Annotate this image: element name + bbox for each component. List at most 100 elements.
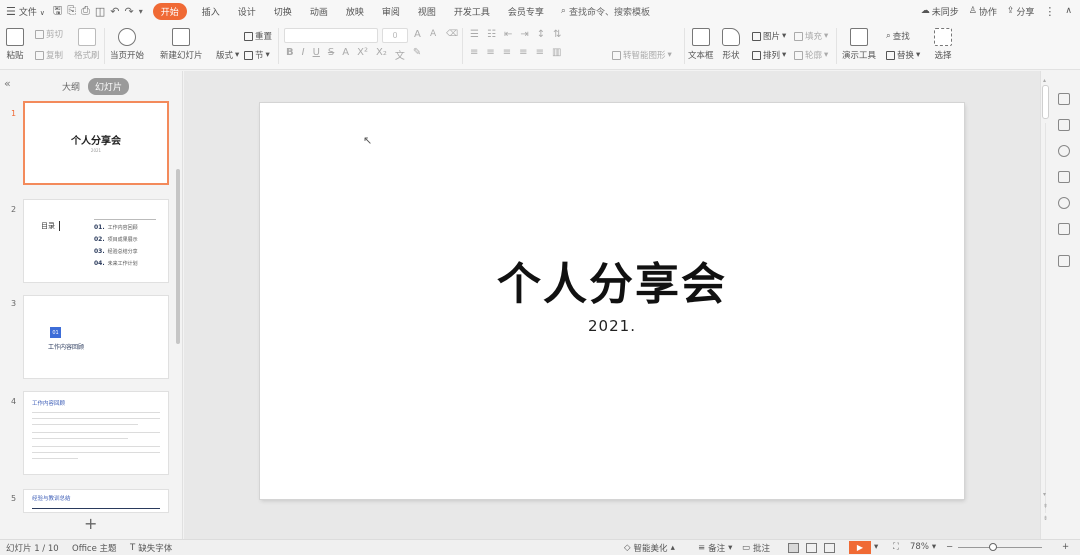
align-center-button[interactable]: ≡ <box>486 47 494 58</box>
layout-button[interactable]: 版式 ▾ <box>216 49 239 61</box>
subscript-button[interactable]: X₂ <box>376 47 387 62</box>
comments-button[interactable]: ▭ 批注 <box>742 542 770 554</box>
phonetic-button[interactable]: 文 <box>395 47 405 62</box>
qat-dropdown-icon[interactable]: ▾ <box>139 7 143 16</box>
print-icon[interactable]: ⎙ <box>81 4 90 18</box>
smartart-button[interactable]: 转智能图形 ▾ <box>612 49 672 61</box>
font-grow-button[interactable]: A <box>414 29 421 40</box>
play-from-current-button[interactable]: 当页开始 <box>110 28 144 61</box>
font-shrink-button[interactable]: A <box>430 29 436 39</box>
animation-icon[interactable] <box>1058 119 1070 131</box>
slide-subtitle[interactable]: 2021. <box>260 317 964 335</box>
scroll-down-icon[interactable]: ▾ <box>1043 491 1046 498</box>
superscript-button[interactable]: X² <box>357 47 368 62</box>
export-icon[interactable]: ⎘ <box>67 4 76 18</box>
canvas-scrollbar[interactable] <box>1042 85 1049 119</box>
missing-font-button[interactable]: T 缺失字体 <box>130 542 172 554</box>
justify-button[interactable]: ≡ <box>519 47 527 58</box>
collapse-panel-icon[interactable]: « <box>4 77 11 90</box>
share-button[interactable]: ⇪ 分享 <box>1007 5 1035 18</box>
align-right-button[interactable]: ≡ <box>503 47 511 58</box>
zoom-in-icon[interactable]: + <box>1062 542 1069 552</box>
slideshow-button[interactable]: ▶ <box>849 541 871 554</box>
section-button[interactable]: 节 ▾ <box>244 49 270 61</box>
tab-6[interactable]: 审阅 <box>382 5 400 18</box>
format-painter-button[interactable]: 格式刷 <box>74 28 100 61</box>
copy-button[interactable]: 复制 <box>35 49 63 61</box>
backup-icon[interactable] <box>1058 223 1070 235</box>
decrease-indent-button[interactable]: ⇤ <box>504 29 512 40</box>
new-slide-button[interactable]: 新建幻灯片 <box>160 28 203 61</box>
text-box-button[interactable]: 文本框 <box>688 28 714 61</box>
redo-icon[interactable]: ↷ <box>125 5 134 18</box>
outline-button[interactable]: 轮廓 ▾ <box>794 49 828 61</box>
bold-button[interactable]: B <box>286 47 294 62</box>
current-slide[interactable]: ↖ 个人分享会 2021. <box>260 103 964 499</box>
underline-button[interactable]: U <box>313 47 320 62</box>
slide-thumbnail-4[interactable]: 工作内容回顾 <box>23 391 169 475</box>
presentation-tools-button[interactable]: 演示工具 <box>842 28 876 61</box>
reset-button[interactable]: 重置 <box>244 30 272 42</box>
bullets-button[interactable]: ☰ <box>470 29 479 40</box>
notes-button[interactable]: ≡ 备注 ▾ <box>698 542 732 554</box>
reading-view-button[interactable] <box>824 543 835 553</box>
slide-title[interactable]: 个人分享会 <box>260 248 964 312</box>
preview-icon[interactable]: ◫ <box>95 5 105 18</box>
tab-7[interactable]: 视图 <box>418 5 436 18</box>
slide-thumbnail-5[interactable]: 经验与教训总结 <box>23 489 169 513</box>
slide-thumbnail-1[interactable]: 个人分享会 2021 <box>23 101 169 185</box>
italic-button[interactable]: I <box>302 47 305 62</box>
collab-button[interactable]: ♙ 协作 <box>969 5 997 18</box>
layers-icon[interactable] <box>1058 171 1070 183</box>
clear-format-icon[interactable]: ⌫ <box>446 29 458 39</box>
theme-name[interactable]: Office 主题 <box>72 542 117 554</box>
tab-4[interactable]: 动画 <box>310 5 328 18</box>
zoom-slider-knob[interactable] <box>989 543 997 551</box>
help-icon[interactable] <box>1058 197 1070 209</box>
property-icon[interactable] <box>1058 93 1070 105</box>
shape-button[interactable]: 形状 <box>722 28 740 61</box>
tab-outline[interactable]: 大纲 <box>62 80 80 93</box>
tab-slides[interactable]: 幻灯片 <box>88 78 130 95</box>
select-button[interactable]: 选择 <box>934 28 952 61</box>
picture-button[interactable]: 图片 ▾ <box>752 30 786 42</box>
command-search[interactable]: ⌕ 查找命令、搜索模板 <box>561 5 650 18</box>
undo-icon[interactable]: ↶ <box>110 5 119 18</box>
zoom-out-icon[interactable]: − <box>946 542 953 552</box>
paste-button[interactable]: 粘贴 <box>6 28 24 61</box>
save-icon[interactable]: 🖫 <box>53 2 62 21</box>
prev-slide-icon[interactable]: ⇞ <box>1043 503 1048 510</box>
font-color-button[interactable]: A <box>342 47 349 62</box>
normal-view-button[interactable] <box>788 543 799 553</box>
effects-icon[interactable] <box>1058 145 1070 157</box>
next-slide-icon[interactable]: ⇟ <box>1043 515 1048 522</box>
tab-3[interactable]: 切换 <box>274 5 292 18</box>
zoom-level[interactable]: 78% ▾ <box>910 542 936 552</box>
sync-button[interactable]: ☁ 未同步 <box>921 5 959 18</box>
align-left-button[interactable]: ≡ <box>470 47 478 58</box>
slide-thumbnail-2[interactable]: 目录 01. 工作内容回顾 02. 项目成果展示 03. 经验总结分享 04. 未来工作… <box>23 199 169 283</box>
more-icon[interactable]: ⋮ <box>1044 5 1055 18</box>
collapse-ribbon-icon[interactable]: ∧ <box>1065 6 1072 16</box>
highlight-button[interactable]: ✎ <box>413 47 421 62</box>
tab-0[interactable]: 开始 <box>152 2 187 20</box>
font-family-select[interactable] <box>284 28 378 43</box>
columns-button[interactable]: ▥ <box>552 47 561 58</box>
slide-thumbnail-3[interactable]: 01 工作内容回顾 <box>23 295 169 379</box>
tab-2[interactable]: 设计 <box>238 5 256 18</box>
slideshow-dropdown-icon[interactable]: ▾ <box>874 542 878 552</box>
tab-1[interactable]: 插入 <box>202 5 220 18</box>
strikethrough-button[interactable]: S <box>328 47 334 62</box>
zoom-slider[interactable] <box>958 547 1042 548</box>
tab-8[interactable]: 开发工具 <box>454 5 490 18</box>
font-size-select[interactable]: 0 <box>382 28 408 43</box>
tab-9[interactable]: 会员专享 <box>508 5 544 18</box>
line-spacing-button[interactable]: ↕ <box>537 29 545 40</box>
cut-button[interactable]: 剪切 <box>35 28 63 40</box>
distribute-button[interactable]: ≡ <box>536 47 544 58</box>
menu-icon[interactable]: ☰ <box>6 5 16 18</box>
cube-icon[interactable] <box>1058 255 1070 267</box>
arrange-button[interactable]: 排列 ▾ <box>752 49 786 61</box>
smart-beautify-button[interactable]: ◇ 智能美化 ▴ <box>624 542 675 554</box>
increase-indent-button[interactable]: ⇥ <box>520 29 528 40</box>
